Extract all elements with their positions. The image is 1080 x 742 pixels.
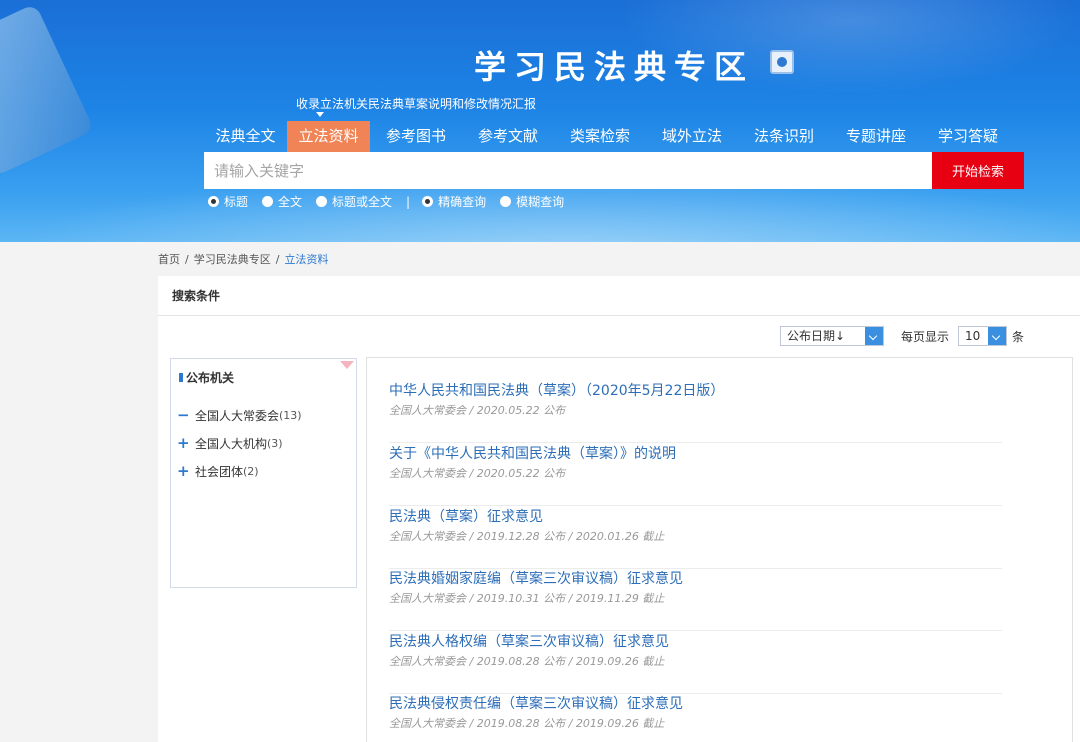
radio-mode-fuzzy[interactable]: 模糊查询 <box>500 193 564 210</box>
radio-icon <box>500 196 512 207</box>
chevron-down-icon <box>988 327 1006 345</box>
nav-item-lectures[interactable]: 专题讲座 <box>830 121 922 152</box>
nav-item-legislative-materials[interactable]: 立法资料 <box>287 121 370 152</box>
result-meta: 全国人大常委会 / 2019.08.28 公布 / 2019.09.26 截止 <box>389 717 665 730</box>
nav-item-code-fulltext[interactable]: 法典全文 <box>204 121 287 152</box>
breadcrumb: 首页 / 学习民法典专区 / 立法资料 <box>158 251 328 267</box>
radio-label: 模糊查询 <box>516 195 565 209</box>
nav-item-case-search[interactable]: 类案检索 <box>554 121 646 152</box>
result-title-link[interactable]: 关于《中华人民共和国民法典（草案）》的说明 <box>389 443 676 463</box>
search-bar: 开始检索 <box>204 152 1024 189</box>
radio-icon <box>262 196 274 207</box>
breadcrumb-current: 立法资料 <box>284 253 329 266</box>
radio-icon <box>316 196 328 207</box>
nav-item-foreign-legislation[interactable]: 域外立法 <box>646 121 738 152</box>
search-options: 标题 全文 标题或全文 | 精确查询 模糊查询 <box>208 193 578 210</box>
filter-panel: 公布机关 − 全国人大常委会 (13) + 全国人大机构 (3) + 社会团体 … <box>170 358 357 588</box>
filter-title-label: 公布机关 <box>186 371 235 385</box>
collapse-icon[interactable]: − <box>177 406 190 424</box>
nav-item-qa[interactable]: 学习答疑 <box>922 121 1014 152</box>
result-meta: 全国人大常委会 / 2020.05.22 公布 <box>389 467 566 480</box>
result-meta: 全国人大常委会 / 2019.12.28 公布 / 2020.01.26 截止 <box>389 530 665 543</box>
book-image <box>0 3 95 177</box>
result-item: 关于《中华人民共和国民法典（草案）》的说明 全国人大常委会 / 2020.05.… <box>389 443 1002 506</box>
radio-label: 全文 <box>278 195 303 209</box>
sort-select-value: 公布日期↓ <box>787 329 846 343</box>
nav-tooltip: 收录立法机关民法典草案说明和修改情况汇报 <box>296 97 537 111</box>
result-meta: 全国人大常委会 / 2019.08.28 公布 / 2019.09.26 截止 <box>389 655 665 668</box>
result-title-link[interactable]: 民法典人格权编（草案三次审议稿）征求意见 <box>389 631 669 651</box>
panel-heading: 搜索条件 <box>158 276 1080 316</box>
radio-mode-exact[interactable]: 精确查询 <box>422 193 486 210</box>
radio-scope-fulltext[interactable]: 全文 <box>262 193 302 210</box>
filter-item-count: (3) <box>267 436 283 450</box>
breadcrumb-separator: / <box>275 253 280 266</box>
per-page-select[interactable]: 10 <box>958 326 1007 346</box>
filter-item-count: (13) <box>279 408 302 422</box>
nav-item-reference-books[interactable]: 参考图书 <box>370 121 462 152</box>
collapse-corner-icon[interactable] <box>340 361 354 371</box>
result-item: 中华人民共和国民法典（草案）（2020年5月22日版） 全国人大常委会 / 20… <box>389 380 1002 443</box>
expand-icon[interactable]: + <box>177 462 190 480</box>
title-marker-icon <box>179 373 183 382</box>
radio-label: 标题或全文 <box>332 195 393 209</box>
sort-bar: 公布日期↓ 每页显示 10 条 <box>780 326 1080 348</box>
tooltip-caret <box>316 112 324 117</box>
nav-item-reference-literature[interactable]: 参考文献 <box>462 121 554 152</box>
result-title-link[interactable]: 中华人民共和国民法典（草案）（2020年5月22日版） <box>389 380 724 400</box>
radio-checked-icon <box>208 196 219 207</box>
radio-scope-title[interactable]: 标题 <box>208 193 248 210</box>
main-nav: 法典全文 立法资料 参考图书 参考文献 类案检索 域外立法 法条识别 专题讲座 … <box>204 121 1014 152</box>
main-panel: 搜索条件 公布日期↓ 每页显示 10 条 公布机关 − 全国人大常委会 (13)… <box>158 276 1080 742</box>
result-item: 民法典侵权责任编（草案三次审议稿）征求意见 全国人大常委会 / 2019.08.… <box>389 693 1002 742</box>
filter-item-social-groups[interactable]: + 社会团体 (2) <box>177 457 302 485</box>
search-button[interactable]: 开始检索 <box>932 152 1024 189</box>
filter-item-label: 社会团体 <box>195 464 244 479</box>
expand-icon[interactable]: + <box>177 434 190 452</box>
per-page-value: 10 <box>965 329 981 343</box>
result-item: 民法典婚姻家庭编（草案三次审议稿）征求意见 全国人大常委会 / 2019.10.… <box>389 568 1002 631</box>
chevron-down-icon <box>865 327 883 345</box>
filter-item-label: 全国人大机构 <box>195 436 268 451</box>
results-list: 中华人民共和国民法典（草案）（2020年5月22日版） 全国人大常委会 / 20… <box>366 357 1073 742</box>
options-separator: | <box>406 194 411 209</box>
breadcrumb-home[interactable]: 首页 <box>158 253 180 266</box>
filter-item-npcsc[interactable]: − 全国人大常委会 (13) <box>177 401 302 429</box>
result-item: 民法典人格权编（草案三次审议稿）征求意见 全国人大常委会 / 2019.08.2… <box>389 631 1002 694</box>
filter-list: − 全国人大常委会 (13) + 全国人大机构 (3) + 社会团体 (2) <box>177 401 302 485</box>
result-meta: 全国人大常委会 / 2019.10.31 公布 / 2019.11.29 截止 <box>389 592 665 605</box>
result-item: 民法典（草案）征求意见 全国人大常委会 / 2019.12.28 公布 / 20… <box>389 506 1002 569</box>
per-page-label: 每页显示 <box>901 330 950 344</box>
radio-checked-icon <box>422 196 434 207</box>
breadcrumb-zone[interactable]: 学习民法典专区 <box>194 253 271 266</box>
radio-scope-title-or-fulltext[interactable]: 标题或全文 <box>316 193 392 210</box>
result-meta: 全国人大常委会 / 2020.05.22 公布 <box>389 404 566 417</box>
filter-item-label: 全国人大常委会 <box>195 408 280 423</box>
qr-code-icon[interactable] <box>770 50 794 74</box>
radio-label: 标题 <box>224 195 249 209</box>
result-title-link[interactable]: 民法典侵权责任编（草案三次审议稿）征求意见 <box>389 693 683 713</box>
header-banner: 学习民法典专区 收录立法机关民法典草案说明和修改情况汇报 法典全文 立法资料 参… <box>0 0 1080 242</box>
filter-item-count: (2) <box>243 464 259 478</box>
per-page-unit: 条 <box>1012 330 1025 344</box>
sort-select[interactable]: 公布日期↓ <box>780 326 884 346</box>
breadcrumb-separator: / <box>185 253 189 266</box>
filter-title: 公布机关 <box>179 369 234 386</box>
result-title-link[interactable]: 民法典婚姻家庭编（草案三次审议稿）征求意见 <box>389 568 683 588</box>
radio-label: 精确查询 <box>438 195 487 209</box>
nav-item-article-recognition[interactable]: 法条识别 <box>738 121 830 152</box>
result-title-link[interactable]: 民法典（草案）征求意见 <box>389 506 543 526</box>
filter-item-npc-organs[interactable]: + 全国人大机构 (3) <box>177 429 302 457</box>
search-input[interactable] <box>204 152 932 189</box>
site-title: 学习民法典专区 <box>474 48 755 86</box>
